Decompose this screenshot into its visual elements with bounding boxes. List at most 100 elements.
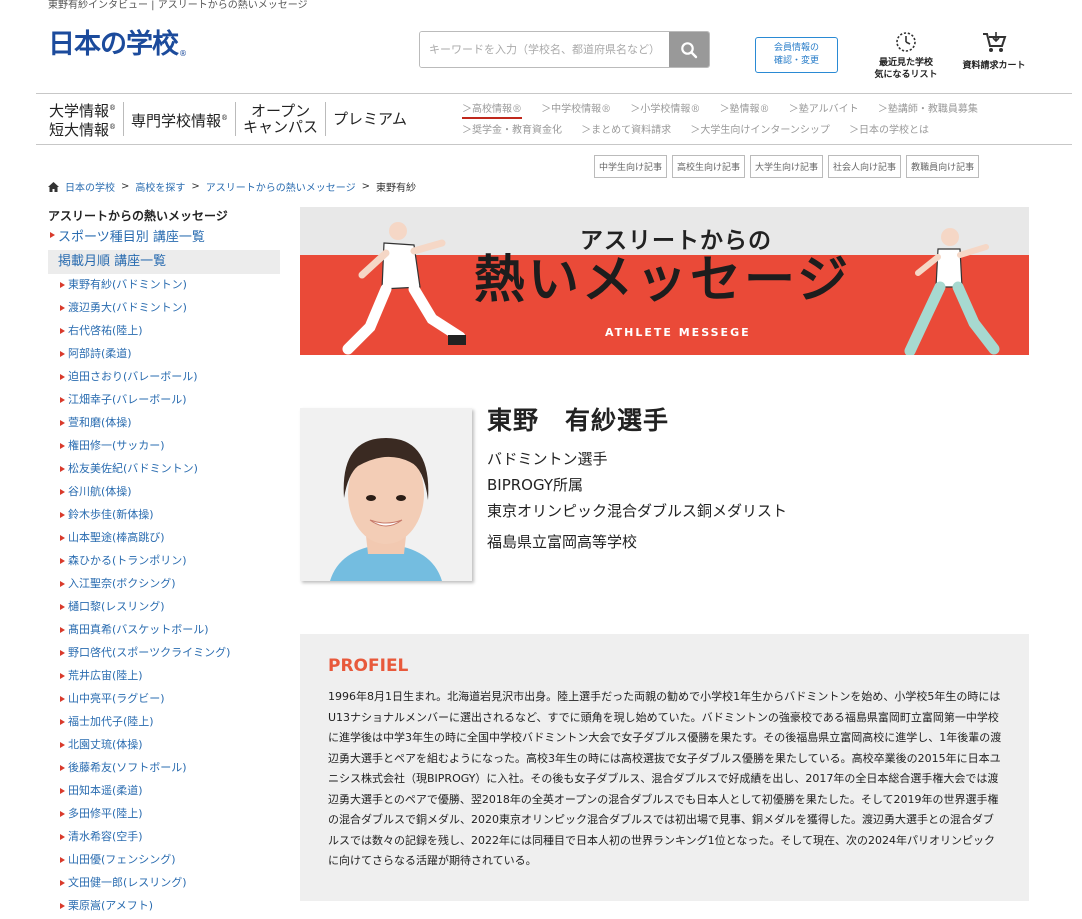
triangle-bullet-icon (60, 328, 65, 334)
sidebar-athlete-item[interactable]: 福士加代子(陸上) (48, 711, 280, 734)
logo-text: 日本の学校 (48, 29, 179, 60)
nav-vocational[interactable]: 専門学校情報® (124, 102, 237, 136)
article-btn-junior-high[interactable]: 中学生向け記事 (594, 155, 668, 178)
athlete-name: 東野 有紗選手 (487, 406, 670, 435)
sidebar-athlete-label: 阿部詩(柔道) (68, 347, 132, 360)
logo-registered-mark: ® (179, 49, 187, 58)
top-breadcrumb-line: 東野有紗インタビュー | アスリートからの熱いメッセージ (48, 0, 308, 11)
nav-open-campus-line2: キャンパス (243, 118, 319, 136)
subnav-bulk-request[interactable]: ＞まとめて資料請求 (581, 125, 671, 136)
sidebar-athlete-item[interactable]: 入江聖奈(ボクシング) (48, 573, 280, 596)
article-audience-buttons: 中学生向け記事 高校生向け記事 大学生向け記事 社会人向け記事 教職員向け記事 (594, 155, 980, 178)
sidebar-athlete-item[interactable]: 山中亮平(ラグビー) (48, 688, 280, 711)
triangle-bullet-icon (60, 282, 65, 288)
sidebar-athlete-list: 東野有紗(バドミントン) 渡辺勇大(バドミントン) 右代啓祐(陸上) 阿部詩(柔道) 迫… (48, 274, 280, 918)
site-logo[interactable]: 日本の学校 ® (48, 28, 187, 62)
nav-open-campus[interactable]: オープン キャンパス (236, 102, 327, 136)
sidebar-athlete-label: 清水希容(空手) (68, 830, 143, 843)
sidebar-athlete-label: 山中亮平(ラグビー) (68, 692, 165, 705)
sidebar-athlete-item[interactable]: 樋口黎(レスリング) (48, 596, 280, 619)
banner-title-line2: 熱いメッセージ (474, 251, 851, 310)
sidebar-athlete-item[interactable]: 阿部詩(柔道) (48, 343, 280, 366)
nav-premium[interactable]: プレミアム (326, 102, 414, 136)
sidebar-athlete-item[interactable]: 萱和磨(体操) (48, 412, 280, 435)
sidebar-athlete-item[interactable]: 渡辺勇大(バドミントン) (48, 297, 280, 320)
sidebar-athlete-label: 野口啓代(スポーツクライミング) (68, 646, 231, 659)
sidebar-athlete-item[interactable]: 野口啓代(スポーツクライミング) (48, 642, 280, 665)
subnav-junior-high[interactable]: ＞中学校情報® (541, 104, 611, 115)
sidebar-athlete-item[interactable]: 山田優(フェンシング) (48, 849, 280, 872)
sidebar-athlete-item[interactable]: 松友美佐紀(バドミントン) (48, 458, 280, 481)
triangle-bullet-icon (60, 742, 65, 748)
sidebar-athlete-item[interactable]: 権田修一(サッカー) (48, 435, 280, 458)
breadcrumb-athlete-message[interactable]: アスリートからの熱いメッセージ (206, 179, 356, 194)
sidebar-athlete-item[interactable]: 迫田さおり(バレーボール) (48, 366, 280, 389)
triangle-bullet-icon (60, 857, 65, 863)
sidebar-athlete-item[interactable]: 髙田真希(バスケットボール) (48, 619, 280, 642)
subnav-juku[interactable]: ＞塾情報® (720, 104, 770, 115)
recent-schools-link[interactable]: 最近見た学校 気になるリスト (866, 30, 946, 81)
sidebar-athlete-item[interactable]: 栗原嵩(アメフト) (48, 895, 280, 918)
sidebar-title: アスリートからの熱いメッセージ (48, 209, 228, 223)
article-btn-high-school[interactable]: 高校生向け記事 (672, 155, 746, 178)
breadcrumb-separator: > (191, 181, 200, 192)
sidebar-by-month[interactable]: 掲載月順 講座一覧 (48, 250, 280, 274)
subnav-elementary[interactable]: ＞小学校情報® (630, 104, 700, 115)
sidebar-athlete-item[interactable]: 後藤希友(ソフトボール) (48, 757, 280, 780)
subnav-juku-recruit[interactable]: ＞塾講師・教職員募集 (878, 104, 978, 115)
subnav-about[interactable]: ＞日本の学校とは (849, 125, 929, 136)
cart-link[interactable]: 資料請求カート (956, 30, 1032, 71)
search-input[interactable] (420, 32, 669, 67)
sidebar-athlete-label: 権田修一(サッカー) (68, 439, 165, 452)
sidebar-athlete-label: 萱和磨(体操) (68, 416, 132, 429)
sidebar-athlete-item[interactable]: 田知本遥(柔道) (48, 780, 280, 803)
member-info-button[interactable]: 会員情報の 確認・変更 (755, 37, 838, 73)
hero-banner: アスリートからの 熱いメッセージ ATHLETE MESSEGE (300, 207, 1029, 355)
subnav-high-school[interactable]: ＞高校情報® (462, 104, 522, 119)
article-btn-university[interactable]: 大学生向け記事 (750, 155, 824, 178)
breadcrumb-high-school[interactable]: 高校を探す (135, 179, 185, 194)
triangle-bullet-icon (60, 811, 65, 817)
breadcrumb-home[interactable]: 日本の学校 (65, 179, 115, 194)
sidebar-athlete-label: 文田健一郎(レスリング) (68, 876, 187, 889)
sidebar-athlete-item[interactable]: 谷川航(体操) (48, 481, 280, 504)
member-info-line1: 会員情報の (773, 43, 819, 53)
athlete-info: バドミントン選手 BIPROGY所属 東京オリンピック混合ダブルス銅メダリスト (487, 446, 787, 524)
breadcrumb-separator: > (361, 181, 370, 192)
sidebar-by-sport[interactable]: スポーツ種目別 講座一覧 (48, 226, 280, 250)
search-icon (681, 41, 698, 58)
subnav-scholarship[interactable]: ＞奨学金・教育資金化 (462, 125, 562, 136)
cart-icon (983, 32, 1007, 52)
sidebar-athlete-item[interactable]: 文田健一郎(レスリング) (48, 872, 280, 895)
triangle-bullet-icon (50, 232, 55, 238)
sidebar-athlete-label: 森ひかる(トランポリン) (68, 554, 187, 567)
subnav-juku-arbeit[interactable]: ＞塾アルバイト (789, 104, 859, 115)
sidebar-athlete-item[interactable]: 鈴木歩佳(新体操) (48, 504, 280, 527)
sidebar-athlete-item[interactable]: 清水希容(空手) (48, 826, 280, 849)
sidebar-athlete-item[interactable]: 多田修平(陸上) (48, 803, 280, 826)
profile-text: 1996年8月1日生まれ。北海道岩見沢市出身。陸上選手だった両親の勧めで小学校1… (328, 690, 1002, 867)
sidebar-athlete-label: 田知本遥(柔道) (68, 784, 143, 797)
article-btn-working[interactable]: 社会人向け記事 (828, 155, 902, 178)
runner-illustration-left (342, 222, 466, 355)
sidebar-athlete-item[interactable]: 右代啓祐(陸上) (48, 320, 280, 343)
article-btn-teacher[interactable]: 教職員向け記事 (906, 155, 980, 178)
nav-university-line2: 短大情報® (49, 121, 117, 139)
triangle-bullet-icon (60, 903, 65, 909)
sidebar-athlete-label: 右代啓祐(陸上) (68, 324, 143, 337)
sidebar-athlete-item[interactable]: 森ひかる(トランポリン) (48, 550, 280, 573)
recent-line1: 最近見た学校 (878, 58, 933, 68)
sidebar-athlete-label: 鈴木歩佳(新体操) (68, 508, 154, 521)
sidebar: アスリートからの熱いメッセージ スポーツ種目別 講座一覧 掲載月順 講座一覧 東… (48, 207, 280, 918)
sidebar-by-sport-label: スポーツ種目別 講座一覧 (58, 230, 205, 245)
sidebar-athlete-item[interactable]: 山本聖途(棒高跳び) (48, 527, 280, 550)
triangle-bullet-icon (60, 466, 65, 472)
sidebar-athlete-item[interactable]: 荒井広宙(陸上) (48, 665, 280, 688)
subnav-internship[interactable]: ＞大学生向けインターンシップ (690, 125, 830, 136)
sidebar-athlete-item[interactable]: 北園丈琉(体操) (48, 734, 280, 757)
breadcrumb-current: 東野有紗 (375, 183, 416, 194)
sidebar-athlete-item[interactable]: 東野有紗(バドミントン) (48, 274, 280, 297)
sidebar-athlete-item[interactable]: 江畑幸子(バレーボール) (48, 389, 280, 412)
search-button[interactable] (669, 32, 709, 67)
nav-university[interactable]: 大学情報® 短大情報® (42, 102, 125, 139)
